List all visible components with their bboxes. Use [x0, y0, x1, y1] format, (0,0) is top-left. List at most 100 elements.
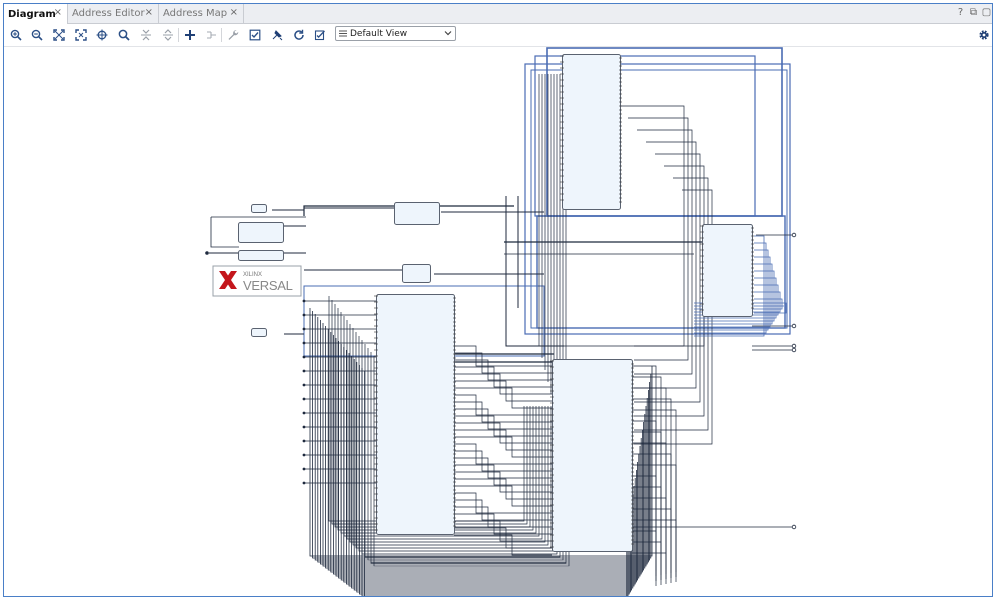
- connect-button[interactable]: [202, 26, 220, 44]
- net-wire: [454, 373, 552, 395]
- net-junction: [302, 355, 306, 359]
- net-wire: [454, 359, 552, 381]
- net-wire: [454, 499, 552, 521]
- help-icon[interactable]: ?: [955, 6, 966, 19]
- regenerate-layout-button[interactable]: [290, 26, 308, 44]
- zoom-area-button[interactable]: [72, 26, 90, 44]
- zoom-fit-icon: [53, 29, 65, 41]
- properties-button[interactable]: [224, 26, 242, 44]
- tab-diagram[interactable]: Diagram ×: [4, 4, 68, 24]
- port-marker: [205, 251, 209, 255]
- net-wire: [454, 492, 552, 514]
- center-button[interactable]: [93, 26, 111, 44]
- net-wire: [454, 408, 552, 430]
- port-block: [251, 204, 267, 213]
- ip-block: [394, 202, 440, 225]
- net-wire: [454, 443, 552, 465]
- zoom-out-icon: [31, 29, 43, 41]
- zoom-fit-button[interactable]: [50, 26, 68, 44]
- tab-label: Diagram: [8, 8, 56, 20]
- block-diagram[interactable]: XILINX VERSAL: [4, 46, 992, 596]
- list-icon: [339, 30, 347, 37]
- search-icon: [118, 29, 130, 41]
- net-junction: [302, 397, 306, 401]
- collapse-icon: [141, 29, 151, 41]
- tab-address-editor[interactable]: Address Editor ×: [68, 4, 159, 23]
- port-marker: [791, 347, 797, 353]
- ip-block: [238, 250, 284, 261]
- zoom-in-button[interactable]: [7, 26, 25, 44]
- port-marker: [791, 232, 797, 238]
- net-junction: [302, 453, 306, 457]
- versal-logo: XILINX VERSAL: [212, 265, 302, 297]
- settings-icon: [979, 30, 989, 40]
- net-wire: [454, 471, 552, 493]
- close-icon[interactable]: ×: [145, 7, 153, 18]
- net-wire: [454, 485, 552, 507]
- net-wire: [634, 141, 697, 389]
- net-junction: [302, 341, 306, 345]
- net-wire: [634, 153, 701, 403]
- net-wire: [454, 380, 552, 402]
- toolbar-separator: [178, 28, 179, 42]
- collapse-button[interactable]: [137, 26, 155, 44]
- ip-block: [702, 224, 753, 317]
- expand-button[interactable]: [159, 26, 177, 44]
- close-icon[interactable]: ×: [230, 7, 238, 18]
- ip-block: [562, 54, 621, 210]
- diagram-settings-button[interactable]: [975, 26, 993, 44]
- diagram-nets: [205, 47, 797, 596]
- view-select[interactable]: Default View: [335, 26, 456, 41]
- ip-block: [376, 294, 455, 535]
- ip-block: [402, 264, 431, 283]
- autoroute-icon: [272, 30, 283, 41]
- tab-address-map[interactable]: Address Map ×: [159, 4, 244, 23]
- restore-icon[interactable]: ⧉: [968, 6, 979, 19]
- tab-label: Address Map: [163, 8, 228, 19]
- net-wire: [454, 422, 552, 444]
- net-junction: [302, 383, 306, 387]
- search-button[interactable]: [115, 26, 133, 44]
- net-wire: [454, 429, 552, 451]
- net-junction: [302, 467, 306, 471]
- diagram-window: Diagram × Address Editor × Address Map ×…: [3, 3, 993, 597]
- port-marker: [791, 524, 797, 530]
- net-junction: [302, 299, 306, 303]
- net-junction: [302, 439, 306, 443]
- net-junction: [302, 411, 306, 415]
- diagram-toolbar: Default View: [4, 24, 992, 47]
- net-wire: [634, 129, 693, 375]
- net-junction: [302, 481, 306, 485]
- net-wire: [634, 165, 705, 417]
- zoom-in-icon: [10, 29, 22, 41]
- logo-product: VERSAL: [243, 278, 293, 293]
- validate-icon: [249, 29, 261, 41]
- net-junction: [302, 313, 306, 317]
- report-icon: [314, 30, 325, 41]
- ip-block: [238, 222, 284, 243]
- net-wire: [454, 387, 552, 409]
- zoom-out-button[interactable]: [28, 26, 46, 44]
- diagram-canvas[interactable]: XILINX VERSAL: [4, 46, 992, 596]
- view-select-value: Default View: [350, 28, 408, 39]
- add-ip-icon: [185, 30, 195, 40]
- net-wire: [453, 353, 564, 363]
- connect-icon: [207, 31, 216, 39]
- net-wire: [210, 217, 239, 248]
- net-wire: [454, 450, 552, 472]
- net-wire: [454, 415, 552, 437]
- net-wire: [454, 478, 552, 500]
- report-button[interactable]: [311, 26, 329, 44]
- add-ip-button[interactable]: [181, 26, 199, 44]
- validate-button[interactable]: [246, 26, 264, 44]
- close-icon[interactable]: ×: [54, 7, 62, 18]
- ip-block: [552, 359, 633, 552]
- maximize-icon[interactable]: ▢: [981, 6, 992, 19]
- net-wire: [454, 436, 552, 458]
- zoom-area-icon: [75, 29, 87, 41]
- tab-label: Address Editor: [72, 8, 145, 19]
- expand-icon: [163, 29, 173, 41]
- center-icon: [96, 29, 108, 41]
- autoroute-button[interactable]: [268, 26, 286, 44]
- wrench-icon: [228, 30, 239, 40]
